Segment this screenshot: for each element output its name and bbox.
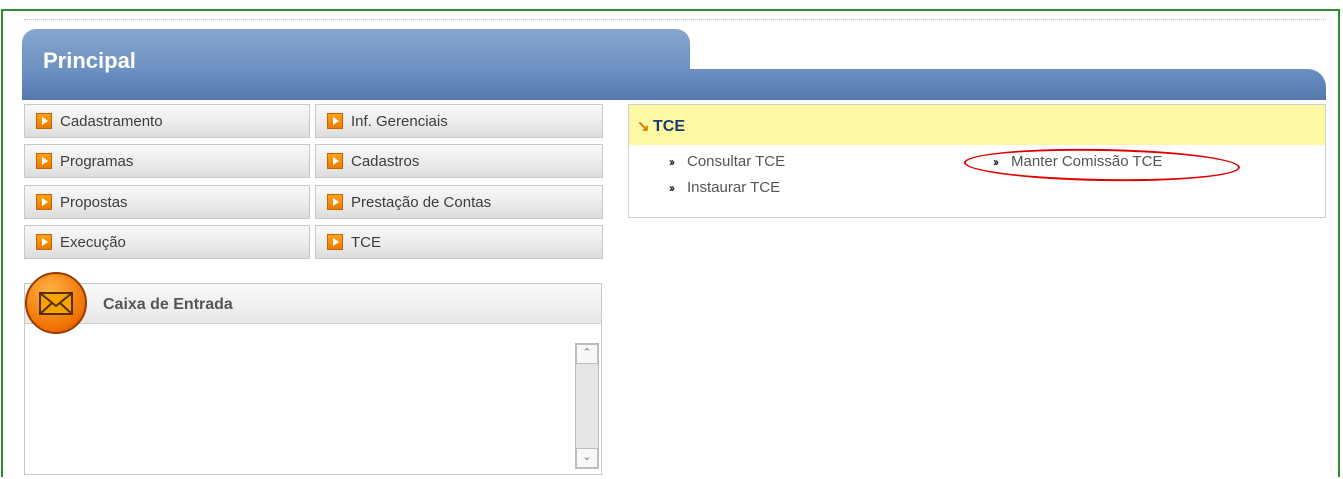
header-bar <box>22 69 1326 100</box>
menu-programas-button[interactable]: Programas <box>24 144 310 178</box>
link-instaurar-tce[interactable]: ›› Instaurar TCE <box>669 179 780 196</box>
dotted-divider <box>24 19 1326 20</box>
tce-header: ↘ TCE <box>629 105 1325 145</box>
arrow-right-icon <box>36 113 52 129</box>
menu-cadastramento-button[interactable]: Cadastramento <box>24 104 310 138</box>
link-label: Consultar TCE <box>687 153 786 170</box>
menu-label: Prestação de Contas <box>351 193 492 211</box>
arrow-down-right-icon: ↘ <box>637 118 650 135</box>
inbox-title: Caixa de Entrada <box>103 296 233 313</box>
menu-label: Cadastramento <box>60 112 163 130</box>
menu-inf-gerenciais-button[interactable]: Inf. Gerenciais <box>315 104 603 138</box>
menu-label: Cadastros <box>351 152 420 170</box>
arrow-right-icon <box>327 153 343 169</box>
link-consultar-tce[interactable]: ›› Consultar TCE <box>669 153 785 170</box>
menu-label: Execução <box>60 233 126 251</box>
menu-label: Programas <box>60 152 134 170</box>
arrow-right-icon <box>36 234 52 250</box>
menu-label: Propostas <box>60 193 128 211</box>
page-title: Principal <box>43 48 136 73</box>
menu-label: TCE <box>351 233 381 251</box>
menu-execucao-button[interactable]: Execução <box>24 225 310 259</box>
menu-cadastros-button[interactable]: Cadastros <box>315 144 603 178</box>
arrow-right-icon <box>327 194 343 210</box>
menu-label: Inf. Gerenciais <box>351 112 448 130</box>
menu-prestacao-contas-button[interactable]: Prestação de Contas <box>315 185 603 219</box>
tce-title: TCE <box>653 118 685 135</box>
arrow-right-icon <box>327 234 343 250</box>
inbox-panel: Caixa de Entrada <box>24 272 602 475</box>
inbox-header: Caixa de Entrada <box>25 272 601 334</box>
double-chevron-icon: ›› <box>669 154 675 169</box>
arrow-right-icon <box>327 113 343 129</box>
scroll-up-button[interactable]: ⌃ <box>576 344 598 364</box>
arrow-right-icon <box>36 153 52 169</box>
scroll-down-button[interactable]: ⌄ <box>576 448 598 468</box>
menu-tce-button[interactable]: TCE <box>315 225 603 259</box>
link-label: Instaurar TCE <box>687 179 781 196</box>
inbox-scrollbar[interactable]: ⌃ ⌄ <box>575 343 599 469</box>
double-chevron-icon: ›› <box>669 180 675 195</box>
arrow-right-icon <box>36 194 52 210</box>
mail-envelope-icon <box>25 272 87 334</box>
menu-propostas-button[interactable]: Propostas <box>24 185 310 219</box>
